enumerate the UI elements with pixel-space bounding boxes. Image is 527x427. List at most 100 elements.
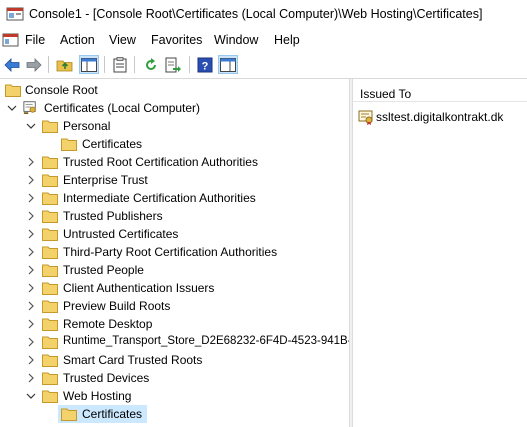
tree-label: Enterprise Trust	[63, 173, 148, 187]
folder-icon	[42, 210, 58, 223]
tree-label: Certificates	[82, 407, 143, 421]
folder-icon	[42, 246, 58, 259]
tree-label: Trusted Root Certification Authorities	[63, 155, 258, 169]
folder-icon	[42, 120, 58, 133]
tree-node-third-party-root[interactable]: Third-Party Root Certification Authoriti…	[0, 243, 349, 261]
tree-label: Trusted Devices	[63, 371, 150, 385]
tree-label: Web Hosting	[63, 389, 132, 403]
tree-node-intermediate-ca[interactable]: Intermediate Certification Authorities	[0, 189, 349, 207]
refresh-icon[interactable]	[141, 55, 161, 74]
chevron-down-icon[interactable]	[6, 102, 18, 114]
folder-icon	[42, 318, 58, 331]
tree-label: Runtime_Transport_Store_D2E68232-6F4D-45…	[63, 335, 349, 347]
chevron-right-icon[interactable]	[25, 210, 37, 222]
chevron-right-icon[interactable]	[25, 264, 37, 276]
tree-node-runtime-transport-store[interactable]: Runtime_Transport_Store_D2E68232-6F4D-45…	[0, 333, 349, 351]
mmc-app-icon	[6, 7, 24, 21]
tree-label: Intermediate Certification Authorities	[63, 191, 256, 205]
up-folder-icon[interactable]	[55, 55, 75, 74]
folder-icon	[42, 372, 58, 385]
export-list-icon[interactable]	[163, 55, 183, 74]
certificate-snapin-icon	[23, 101, 36, 114]
chevron-right-icon[interactable]	[25, 228, 37, 240]
forward-arrow-icon[interactable]	[24, 55, 44, 74]
chevron-right-icon[interactable]	[25, 156, 37, 168]
folder-icon	[42, 192, 58, 205]
chevron-down-icon[interactable]	[25, 120, 37, 132]
tree-label: Trusted Publishers	[63, 209, 163, 223]
menu-bar: File Action View Favorites Window Help	[0, 29, 527, 51]
tree-label: Remote Desktop	[63, 317, 153, 331]
tree-node-trusted-publishers[interactable]: Trusted Publishers	[0, 207, 349, 225]
svg-text:?: ?	[202, 60, 209, 72]
column-header-label: Issued To	[360, 87, 412, 101]
folder-icon	[5, 84, 21, 97]
tree-node-certificates-local-computer[interactable]: Certificates (Local Computer)	[0, 99, 349, 117]
menu-file[interactable]: File	[23, 32, 47, 48]
certificate-issued-to: ssltest.digitalkontrakt.dk	[376, 110, 504, 124]
folder-icon	[42, 390, 58, 403]
certificate-row[interactable]: ssltest.digitalkontrakt.dk	[358, 108, 503, 126]
console-tree: Console Root Certificates (Local Compute…	[0, 79, 349, 427]
chevron-right-icon[interactable]	[25, 372, 37, 384]
menu-favorites[interactable]: Favorites	[149, 32, 204, 48]
tree-label: Preview Build Roots	[63, 299, 171, 313]
tree-node-remote-desktop[interactable]: Remote Desktop	[0, 315, 349, 333]
chevron-right-icon[interactable]	[25, 174, 37, 186]
tree-node-smart-card-roots[interactable]: Smart Card Trusted Roots	[0, 351, 349, 369]
tree-label: Certificates (Local Computer)	[44, 101, 201, 115]
folder-icon	[42, 300, 58, 313]
tree-node-trusted-people[interactable]: Trusted People	[0, 261, 349, 279]
help-icon[interactable]: ?	[195, 55, 215, 74]
chevron-down-icon[interactable]	[25, 390, 37, 402]
tree-node-enterprise-trust[interactable]: Enterprise Trust	[0, 171, 349, 189]
window-title: Console1 - [Console Root\Certificates (L…	[29, 7, 483, 21]
tree-label: Third-Party Root Certification Authoriti…	[63, 245, 278, 259]
tree-label: Certificates	[82, 137, 143, 151]
properties-icon[interactable]	[110, 55, 130, 74]
tree-node-trusted-devices[interactable]: Trusted Devices	[0, 369, 349, 387]
folder-icon	[61, 408, 77, 421]
tree-label: Personal	[63, 119, 111, 133]
folder-icon	[42, 354, 58, 367]
result-pane: Issued To ssltest.digitalkontrakt.dk	[353, 79, 527, 427]
folder-icon	[42, 174, 58, 187]
tree-node-console-root[interactable]: Console Root	[0, 81, 349, 99]
menu-action[interactable]: Action	[58, 32, 97, 48]
chevron-right-icon[interactable]	[25, 192, 37, 204]
folder-icon	[42, 228, 58, 241]
tree-node-client-auth-issuers[interactable]: Client Authentication Issuers	[0, 279, 349, 297]
folder-icon	[42, 336, 58, 349]
tree-label: Trusted People	[63, 263, 144, 277]
tree-label: Console Root	[25, 83, 98, 97]
tree-label: Untrusted Certificates	[63, 227, 179, 241]
folder-icon	[42, 264, 58, 277]
title-bar: Console1 - [Console Root\Certificates (L…	[0, 0, 527, 29]
menu-view[interactable]: View	[107, 32, 138, 48]
tree-node-personal-certificates[interactable]: Certificates	[0, 135, 349, 153]
show-action-pane-icon[interactable]	[218, 55, 238, 74]
tree-node-preview-build-roots[interactable]: Preview Build Roots	[0, 297, 349, 315]
menu-help[interactable]: Help	[272, 32, 302, 48]
chevron-right-icon[interactable]	[25, 282, 37, 294]
tree-node-personal[interactable]: Personal	[0, 117, 349, 135]
tree-node-web-hosting[interactable]: Web Hosting	[0, 387, 349, 405]
chevron-right-icon[interactable]	[25, 246, 37, 258]
tree-node-trusted-root[interactable]: Trusted Root Certification Authorities	[0, 153, 349, 171]
tree-label: Client Authentication Issuers	[63, 281, 215, 295]
tree-label: Smart Card Trusted Roots	[63, 353, 203, 367]
chevron-right-icon[interactable]	[25, 336, 37, 348]
tree-node-untrusted-certificates[interactable]: Untrusted Certificates	[0, 225, 349, 243]
folder-icon	[42, 282, 58, 295]
chevron-right-icon[interactable]	[25, 354, 37, 366]
show-hide-tree-icon[interactable]	[79, 55, 99, 74]
folder-icon	[61, 138, 77, 151]
chevron-right-icon[interactable]	[25, 300, 37, 312]
column-header-issued-to[interactable]: Issued To	[353, 79, 527, 102]
back-arrow-icon[interactable]	[2, 55, 22, 74]
chevron-right-icon[interactable]	[25, 318, 37, 330]
tree-node-web-hosting-certificates[interactable]: Certificates	[0, 405, 349, 423]
menu-window[interactable]: Window	[212, 32, 260, 48]
toolbar: ?	[0, 51, 527, 79]
console-menu-icon[interactable]	[2, 32, 19, 48]
